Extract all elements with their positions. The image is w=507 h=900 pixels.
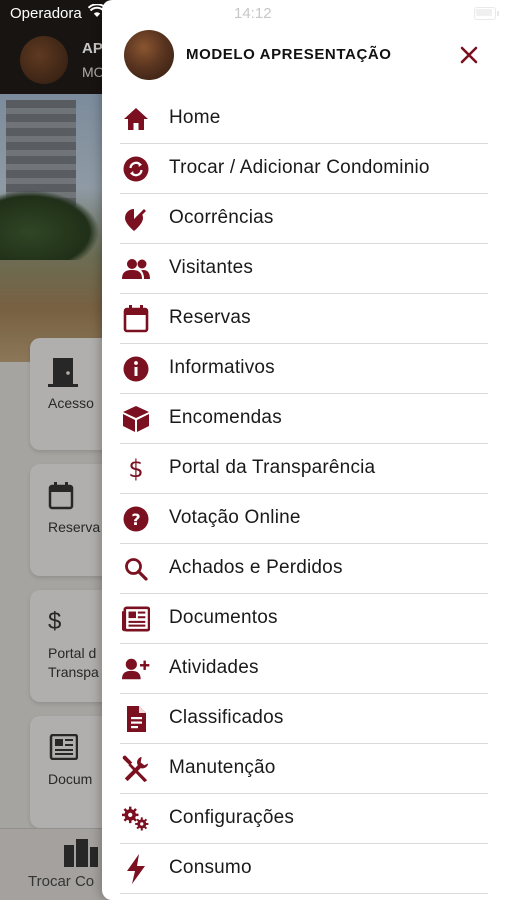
- package-icon: [122, 406, 150, 432]
- svg-text:?: ?: [131, 510, 140, 529]
- navigation-drawer: MODELO APRESENTAÇÃO Home Trocar / Adicio…: [102, 0, 507, 900]
- menu-item-label: Informativos: [169, 357, 275, 378]
- close-icon: [460, 46, 478, 64]
- clock: 14:12: [234, 5, 272, 22]
- wifi-icon: [87, 3, 107, 23]
- menu-item-reservas[interactable]: Reservas: [120, 294, 488, 344]
- home-icon: [122, 106, 150, 132]
- menu-item-label: Documentos: [169, 607, 278, 628]
- menu-item-configuracoes[interactable]: Configurações: [120, 794, 488, 844]
- menu-item-classificados[interactable]: Classificados: [120, 694, 488, 744]
- person-add-icon: [122, 656, 150, 682]
- menu-item-atividades[interactable]: Atividades: [120, 644, 488, 694]
- dollar-icon: $: [122, 455, 150, 483]
- status-bar: Operadora 14:12: [0, 0, 507, 28]
- menu-item-label: Trocar / Adicionar Condominio: [169, 157, 430, 178]
- gears-icon: [122, 806, 150, 832]
- menu-item-label: Classificados: [169, 707, 284, 728]
- menu-item-portal-transparencia[interactable]: $ Portal da Transparência: [120, 444, 488, 494]
- menu-item-label: Reservas: [169, 307, 251, 328]
- search-icon: [122, 556, 150, 582]
- menu-item-achados-perdidos[interactable]: Achados e Perdidos: [120, 544, 488, 594]
- battery-icon: [474, 7, 499, 20]
- menu-item-encomendas[interactable]: Encomendas: [120, 394, 488, 444]
- menu-item-label: Manutenção: [169, 757, 276, 778]
- menu-item-label: Configurações: [169, 807, 295, 828]
- menu-item-label: Achados e Perdidos: [169, 557, 343, 578]
- menu-item-label: Portal da Transparência: [169, 457, 376, 478]
- close-button[interactable]: [456, 42, 482, 68]
- carrier-label: Operadora: [10, 5, 82, 22]
- menu-item-home[interactable]: Home: [120, 94, 488, 144]
- profile-name: MODELO APRESENTAÇÃO: [186, 46, 392, 63]
- swap-icon: [122, 156, 150, 182]
- menu-item-informativos[interactable]: Informativos: [120, 344, 488, 394]
- pin-edit-icon: [122, 206, 150, 232]
- menu-item-label: Encomendas: [169, 407, 282, 428]
- menu-item-consumo[interactable]: Consumo: [120, 844, 488, 894]
- menu-item-votacao-online[interactable]: ? Votação Online: [120, 494, 488, 544]
- menu-item-documentos[interactable]: Documentos: [120, 594, 488, 644]
- menu-item-label: Atividades: [169, 657, 259, 678]
- menu-item-label: Visitantes: [169, 257, 254, 278]
- menu-item-label: Ocorrências: [169, 207, 274, 228]
- menu-item-label: Votação Online: [169, 507, 301, 528]
- people-icon: [122, 256, 150, 282]
- tools-icon: [122, 755, 150, 783]
- calendar-icon: [122, 305, 150, 333]
- question-icon: ?: [122, 506, 150, 532]
- menu-item-ocorrencias[interactable]: Ocorrências: [120, 194, 488, 244]
- menu-item-manutencao[interactable]: Manutenção: [120, 744, 488, 794]
- menu-item-trocar-condominio[interactable]: Trocar / Adicionar Condominio: [120, 144, 488, 194]
- drawer-menu: Home Trocar / Adicionar Condominio Ocorr…: [102, 94, 507, 894]
- svg-text:$: $: [128, 455, 143, 483]
- newspaper-icon: [122, 606, 150, 632]
- menu-item-label: Home: [169, 107, 221, 128]
- lightning-icon: [122, 854, 150, 884]
- menu-item-visitantes[interactable]: Visitantes: [120, 244, 488, 294]
- document-icon: [122, 706, 150, 732]
- avatar: [124, 30, 174, 80]
- menu-item-label: Consumo: [169, 857, 252, 878]
- info-icon: [122, 356, 150, 382]
